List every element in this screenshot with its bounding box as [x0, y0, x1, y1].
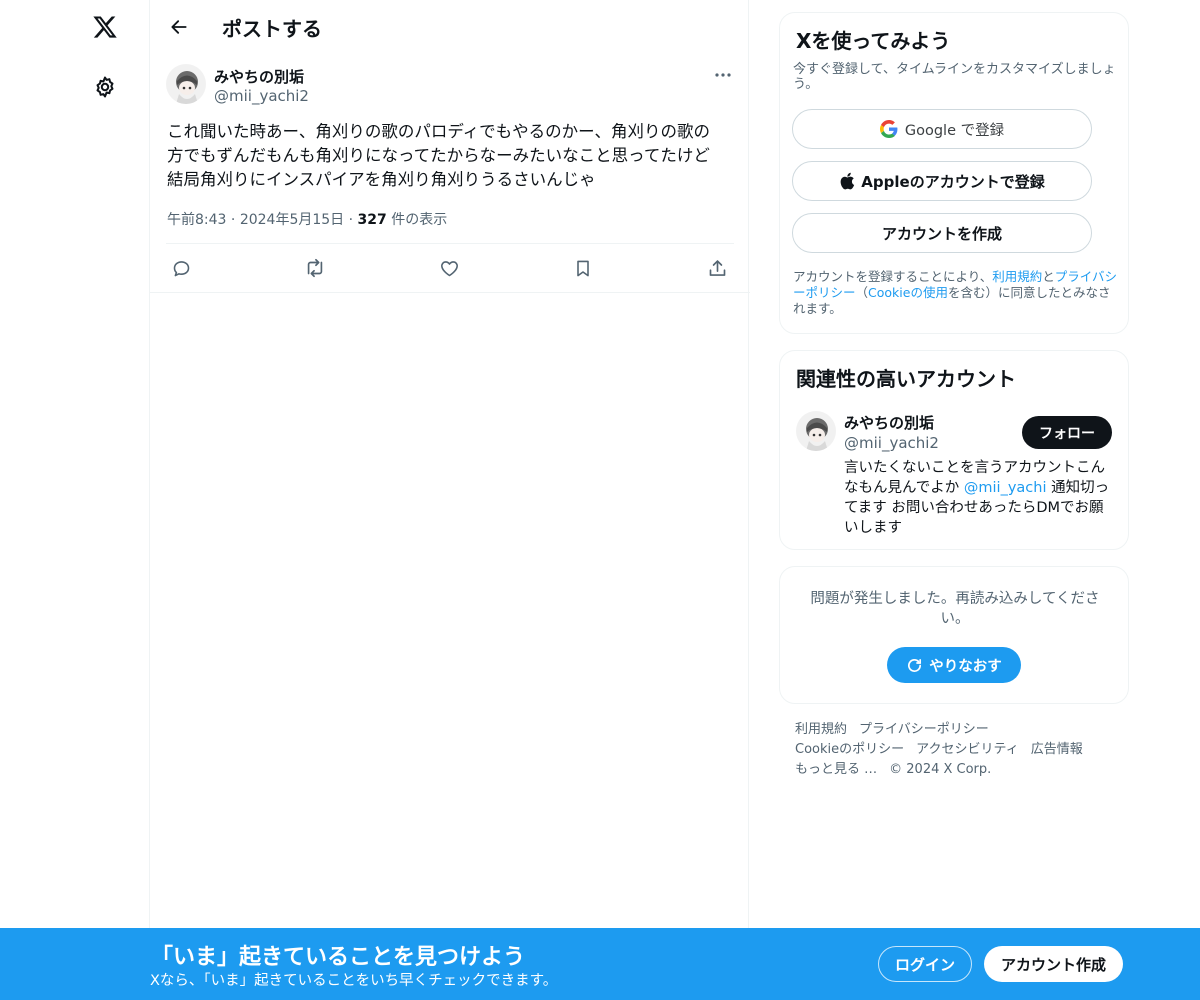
apple-signup-button[interactable]: Appleのアカウントで登録 [792, 161, 1092, 201]
retry-button[interactable]: やりなおす [887, 647, 1021, 683]
footer-link-more[interactable]: もっと見る … [795, 762, 877, 777]
author-name[interactable]: みやちの別垢 [214, 66, 304, 87]
apple-signup-label: Appleのアカウントで登録 [861, 172, 1045, 191]
post-meta: 午前8:43 · 2024年5月15日 · 327 件の表示 [167, 212, 448, 228]
repost-icon[interactable] [299, 252, 331, 284]
error-message: 問題が発生しました。再読み込みしてください。 [810, 591, 1100, 627]
like-icon[interactable] [433, 252, 465, 284]
copyright: © 2024 X Corp. [889, 762, 992, 777]
post-date[interactable]: 2024年5月15日 [240, 212, 344, 228]
cookie-link[interactable]: Cookieの使用 [868, 285, 948, 300]
signup-card: Xを使ってみよう 今すぐ登録して、タイムラインをカスタマイズしましょう。 Goo… [779, 12, 1129, 334]
more-icon[interactable] [706, 62, 740, 88]
avatar[interactable] [796, 411, 836, 451]
avatar[interactable] [166, 64, 206, 104]
retry-label: やりなおす [929, 658, 1002, 675]
recommend-bio: 言いたくないことを言うアカウントこんなもん見んでよか @mii_yachi 通知… [844, 458, 1114, 538]
recommended-accounts-card: 関連性の高いアカウント みやちの別垢 @mii_yachi2 フォロー 言いたく… [779, 350, 1129, 550]
login-banner: 「いま」起きていることを見つけよう Xなら、「いま」起きていることをいち早くチェ… [0, 928, 1200, 1000]
post-text: これ聞いた時あー、角刈りの歌のパロディでもやるのかー、角刈りの歌の 方でもずんだ… [167, 122, 711, 189]
footer-link-ads[interactable]: 広告情報 [1031, 742, 1083, 757]
gear-icon[interactable] [89, 70, 121, 104]
legal-paren: （ [855, 285, 869, 300]
login-button[interactable]: ログイン [878, 946, 972, 982]
follow-button[interactable]: フォロー [1022, 416, 1112, 449]
create-account-button[interactable]: アカウントを作成 [792, 213, 1092, 253]
action-bar [166, 252, 734, 284]
reply-icon[interactable] [165, 252, 197, 284]
mention-link[interactable]: @mii_yachi [964, 480, 1047, 496]
google-signup-label: Google で登録 [904, 122, 1005, 139]
top-bar: ポストする [150, 0, 750, 53]
divider [166, 243, 734, 244]
view-count: 327 [357, 212, 387, 228]
arrow-left-icon[interactable] [162, 10, 196, 44]
divider [150, 292, 750, 293]
footer-link-accessibility[interactable]: アクセシビリティ [916, 742, 1019, 757]
google-icon [879, 120, 898, 138]
main-column: ポストする みやちの別垢 @mii_yachi2 これ聞いた時あー、角刈りの歌の… [149, 0, 750, 1000]
google-signup-button[interactable]: Google で登録 [792, 109, 1092, 149]
footer-links: 利用規約 プライバシーポリシー Cookieのポリシー アクセシビリティ 広告情報 も… [795, 720, 1125, 780]
bookmark-icon[interactable] [567, 252, 599, 284]
signup-title: Xを使ってみよう [796, 29, 951, 53]
recommend-name[interactable]: みやちの別垢 [844, 412, 934, 433]
signup-subtitle: 今すぐ登録して、タイムラインをカスタマイズしましょう。 [793, 62, 1116, 92]
banner-subtitle: Xなら、「いま」起きていることをいち早くチェックできます。 [150, 973, 558, 989]
legal-and: と [1042, 269, 1055, 284]
apple-icon [839, 172, 855, 190]
share-icon[interactable] [701, 252, 733, 284]
refresh-icon [906, 657, 923, 674]
recommend-handle[interactable]: @mii_yachi2 [844, 434, 939, 452]
author-handle[interactable]: @mii_yachi2 [214, 87, 309, 105]
footer-link-cookie[interactable]: Cookieのポリシー [795, 742, 904, 757]
banner-title: 「いま」起きていることを見つけよう [151, 945, 526, 970]
left-nav [0, 0, 150, 1000]
error-card: 問題が発生しました。再読み込みしてください。 やりなおす [779, 566, 1129, 704]
legal-prefix: アカウントを登録することにより、 [793, 269, 993, 284]
page-title: ポストする [222, 17, 322, 41]
x-logo-icon[interactable] [87, 8, 123, 46]
create-account-label: アカウントを作成 [881, 224, 1002, 243]
post-time[interactable]: 午前8:43 [167, 212, 226, 228]
recommend-title: 関連性の高いアカウント [796, 367, 1016, 391]
legal-text: アカウントを登録することにより、利用規約とプライバシーポリシー（Cookieの使… [793, 269, 1118, 317]
signup-button[interactable]: アカウント作成 [984, 946, 1123, 982]
footer-link-terms[interactable]: 利用規約 [795, 722, 847, 737]
view-label: 件の表示 [391, 212, 448, 228]
terms-link[interactable]: 利用規約 [992, 269, 1042, 284]
footer-link-privacy[interactable]: プライバシーポリシー [859, 722, 989, 737]
